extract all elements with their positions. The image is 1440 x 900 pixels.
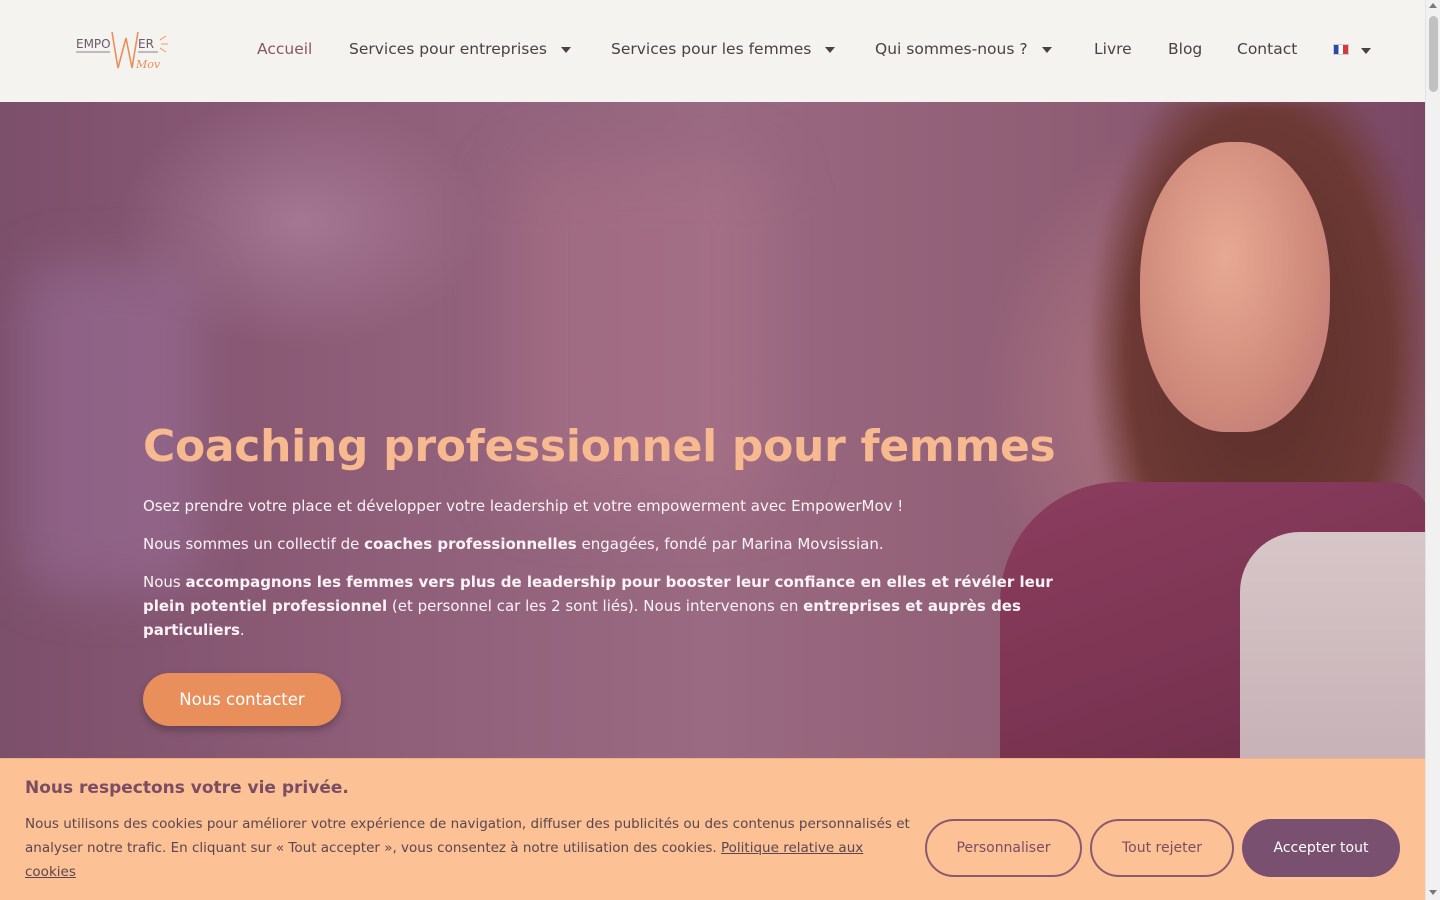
nav-item-blog[interactable]: Blog xyxy=(1168,40,1202,58)
nav-label: Accueil xyxy=(257,40,313,58)
nav-item-accueil[interactable]: Accueil xyxy=(257,40,312,58)
caret-down-icon xyxy=(1361,47,1371,54)
hero-section: Coaching professionnel pour femmes Osez … xyxy=(0,102,1425,758)
page-scrollbar[interactable] xyxy=(1425,0,1440,900)
cookie-title: Nous respectons votre vie privée. xyxy=(25,778,349,798)
reject-all-button[interactable]: Tout rejeter xyxy=(1090,819,1234,877)
caret-down-icon xyxy=(560,47,571,53)
hero-title: Coaching professionnel pour femmes xyxy=(143,421,1056,472)
hero-photo-shirt xyxy=(1240,532,1425,758)
hero-paragraph-2: Nous sommes un collectif de coaches prof… xyxy=(143,535,884,553)
logo[interactable]: EMPO ER Mov xyxy=(74,28,170,76)
caret-down-icon xyxy=(825,47,836,53)
nav-item-contact[interactable]: Contact xyxy=(1237,40,1297,58)
nav-item-services-entreprises[interactable]: Services pour entreprises xyxy=(349,40,571,58)
site-header: EMPO ER Mov Accueil Services pour entrep… xyxy=(0,0,1425,102)
nav-item-qui-sommes-nous[interactable]: Qui sommes-nous ? xyxy=(875,40,1052,58)
nav-label: Blog xyxy=(1168,40,1203,58)
hero-content: Coaching professionnel pour femmes Osez … xyxy=(143,420,1063,642)
nav-label: Services pour entreprises xyxy=(349,40,547,58)
scroll-down-icon[interactable] xyxy=(1429,890,1437,895)
svg-text:EMPO: EMPO xyxy=(76,37,111,51)
nav-item-services-femmes[interactable]: Services pour les femmes xyxy=(611,40,836,58)
scroll-up-icon[interactable] xyxy=(1429,3,1437,8)
hero-paragraph-3: Nous accompagnons les femmes vers plus d… xyxy=(143,573,1053,639)
hero-photo-face xyxy=(1140,142,1330,432)
flag-fr-icon xyxy=(1333,44,1349,55)
hero-paragraph-1: Osez prendre votre place et développer v… xyxy=(143,497,904,515)
nav-label: Livre xyxy=(1094,40,1132,58)
svg-text:ER: ER xyxy=(138,37,154,51)
logo-icon: EMPO ER Mov xyxy=(76,31,168,71)
cookie-text: Nous utilisons des cookies pour améliore… xyxy=(25,816,910,880)
customize-button[interactable]: Personnaliser xyxy=(925,819,1082,877)
scrollbar-thumb[interactable] xyxy=(1429,16,1438,92)
language-switcher[interactable] xyxy=(1333,44,1371,55)
nav-label: Services pour les femmes xyxy=(611,40,812,58)
cookie-banner: Nous respectons votre vie privée. Nous u… xyxy=(0,758,1425,900)
nav-item-livre[interactable]: Livre xyxy=(1094,40,1132,58)
nav-label: Qui sommes-nous ? xyxy=(875,40,1028,58)
nav-label: Contact xyxy=(1237,40,1298,58)
accept-all-button[interactable]: Accepter tout xyxy=(1242,819,1400,877)
caret-down-icon xyxy=(1041,47,1052,53)
contact-button[interactable]: Nous contacter xyxy=(143,673,341,726)
svg-text:Mov: Mov xyxy=(135,58,161,71)
